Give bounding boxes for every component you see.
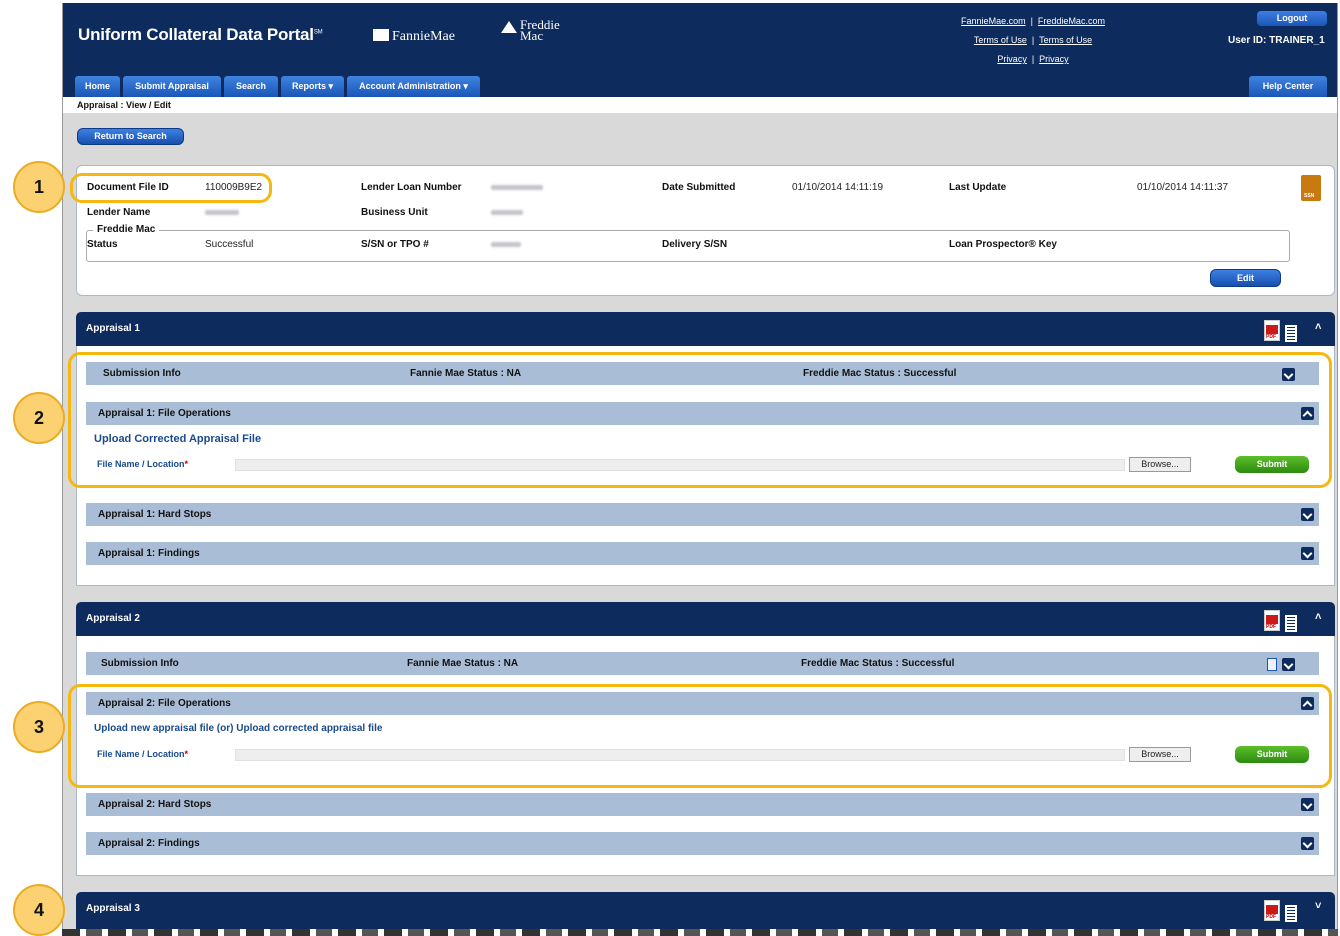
lender-name-label: Lender Name [87, 207, 151, 218]
expand-caret-icon[interactable]: ˅ [1315, 900, 1321, 912]
callout-4: 4 [13, 884, 65, 936]
collapse-file-ops-2-icon[interactable] [1301, 697, 1314, 710]
pdf-icon[interactable]: PDF [1264, 900, 1280, 921]
freddie-mac-logo: Freddie Mac [501, 18, 560, 42]
breadcrumb: Appraisal : View / Edit [63, 97, 1337, 113]
expand-findings-2-icon[interactable] [1301, 837, 1314, 850]
tab-help-center[interactable]: Help Center [1249, 76, 1327, 97]
appraisal-1-submission-info[interactable]: Submission Info Fannie Mae Status : NA F… [86, 362, 1319, 385]
portal-title: Uniform Collateral Data PortalSM [78, 25, 323, 44]
header-links: FannieMae.com | FreddieMac.com Terms of … [961, 16, 1105, 64]
appraisal-2-freddie-status: Freddie Mac Status : Successful [801, 658, 955, 669]
appraisal-1-fannie-status: Fannie Mae Status : NA [410, 368, 522, 379]
browse-button-2[interactable]: Browse... [1129, 747, 1191, 762]
return-to-search-button[interactable]: Return to Search [77, 128, 184, 145]
expand-hard-stops-1-icon[interactable] [1301, 508, 1314, 521]
document-file-id-label: Document File ID [87, 182, 169, 193]
collapse-caret-icon[interactable]: ˄ [1315, 321, 1321, 333]
tab-account-administration[interactable]: Account Administration ▾ [347, 76, 480, 97]
file-name-label-1: File Name / Location* [97, 459, 189, 469]
submit-button-2[interactable]: Submit [1235, 746, 1309, 763]
appraisal-2-submission-info[interactable]: Submission Info Fannie Mae Status : NA F… [86, 652, 1319, 675]
fannie-mae-icon [373, 29, 389, 41]
tab-submit-appraisal[interactable]: Submit Appraisal [123, 76, 221, 97]
nav-bar: Home Submit Appraisal Search Reports ▾ A… [63, 67, 1337, 97]
link-freddiemac[interactable]: FreddieMac.com [1038, 16, 1105, 26]
document-icon[interactable] [1285, 615, 1297, 632]
expand-findings-1-icon[interactable] [1301, 547, 1314, 560]
status-value: Successful [205, 239, 254, 250]
submit-button-1[interactable]: Submit [1235, 456, 1309, 473]
link-fanniemae[interactable]: FannieMae.com [961, 16, 1026, 26]
ssn-document-icon[interactable]: SSN [1301, 175, 1321, 201]
appraisal-1-file-operations[interactable]: Appraisal 1: File Operations [86, 402, 1319, 425]
document-file-id-value: 110009B9E2 [205, 182, 263, 193]
view-document-icon[interactable] [1267, 658, 1277, 671]
delivery-ssn-label: Delivery S/SN [662, 239, 728, 250]
redacted-business-unit [491, 210, 523, 215]
browse-button-1[interactable]: Browse... [1129, 457, 1191, 472]
callout-1: 1 [13, 161, 65, 213]
logout-button[interactable]: Logout [1257, 11, 1327, 26]
link-terms-fdm[interactable]: Terms of Use [1039, 35, 1092, 45]
callout-2: 2 [13, 392, 65, 444]
appraisal-1-freddie-status: Freddie Mac Status : Successful [803, 368, 957, 379]
user-id: User ID: TRAINER_1 [1228, 35, 1325, 46]
document-icon[interactable] [1285, 325, 1297, 342]
lender-loan-number-label: Lender Loan Number [361, 182, 462, 193]
redacted-loan-number [491, 185, 543, 190]
collapse-file-ops-1-icon[interactable] [1301, 407, 1314, 420]
last-update-label: Last Update [949, 182, 1007, 193]
status-label: Status [87, 239, 118, 250]
file-name-input-2[interactable] [235, 749, 1125, 761]
tab-reports[interactable]: Reports ▾ [281, 76, 344, 97]
collapse-caret-icon[interactable]: ˄ [1315, 611, 1321, 623]
appraisal-2-file-operations[interactable]: Appraisal 2: File Operations [86, 692, 1319, 715]
loan-prospector-key-label: Loan Prospector® Key [949, 239, 1057, 250]
appraisal-1-header: Appraisal 1 [76, 312, 1335, 346]
business-unit-label: Business Unit [361, 207, 428, 218]
pdf-icon[interactable]: PDF [1264, 320, 1280, 341]
appraisal-2-header: Appraisal 2 [76, 602, 1335, 636]
appraisal-2-findings[interactable]: Appraisal 2: Findings [86, 832, 1319, 855]
fannie-mae-logo: FannieMae [373, 29, 455, 45]
tab-home[interactable]: Home [75, 76, 120, 97]
portal-page: Uniform Collateral Data PortalSM FannieM… [62, 3, 1338, 936]
redacted-ssn-tpo [491, 242, 521, 247]
file-name-input-1[interactable] [235, 459, 1125, 471]
appraisal-1-findings[interactable]: Appraisal 1: Findings [86, 542, 1319, 565]
freddie-mac-icon [501, 21, 517, 33]
pdf-icon[interactable]: PDF [1264, 610, 1280, 631]
appraisal-1-upload-panel [86, 425, 1319, 485]
expand-submission-1-icon[interactable] [1282, 368, 1295, 381]
document-icon[interactable] [1285, 905, 1297, 922]
expand-hard-stops-2-icon[interactable] [1301, 798, 1314, 811]
date-submitted-value: 01/10/2014 14:11:19 [792, 182, 884, 193]
freddie-mac-legend: Freddie Mac [93, 224, 160, 235]
callout-3: 3 [13, 701, 65, 753]
appraisal-2-fannie-status: Fannie Mae Status : NA [407, 658, 519, 669]
date-submitted-label: Date Submitted [662, 182, 736, 193]
redacted-lender-name [205, 210, 239, 215]
torn-page-edge [62, 929, 1338, 936]
appraisal-2-hard-stops[interactable]: Appraisal 2: Hard Stops [86, 793, 1319, 816]
appraisal-1-hard-stops[interactable]: Appraisal 1: Hard Stops [86, 503, 1319, 526]
link-privacy-fm[interactable]: Privacy [997, 54, 1027, 64]
link-privacy-fdm[interactable]: Privacy [1039, 54, 1069, 64]
upload-title-2: Upload new appraisal file (or) Upload co… [94, 723, 383, 734]
ssn-tpo-label: S/SN or TPO # [361, 239, 429, 250]
file-name-label-2: File Name / Location* [97, 749, 189, 759]
last-update-value: 01/10/2014 14:11:37 [1137, 182, 1229, 193]
expand-submission-2-icon[interactable] [1282, 658, 1295, 671]
upload-title-1: Upload Corrected Appraisal File [94, 433, 262, 445]
header-bar: Uniform Collateral Data PortalSM FannieM… [63, 3, 1337, 67]
link-terms-fm[interactable]: Terms of Use [974, 35, 1027, 45]
edit-button[interactable]: Edit [1210, 269, 1281, 287]
tab-search[interactable]: Search [224, 76, 278, 97]
